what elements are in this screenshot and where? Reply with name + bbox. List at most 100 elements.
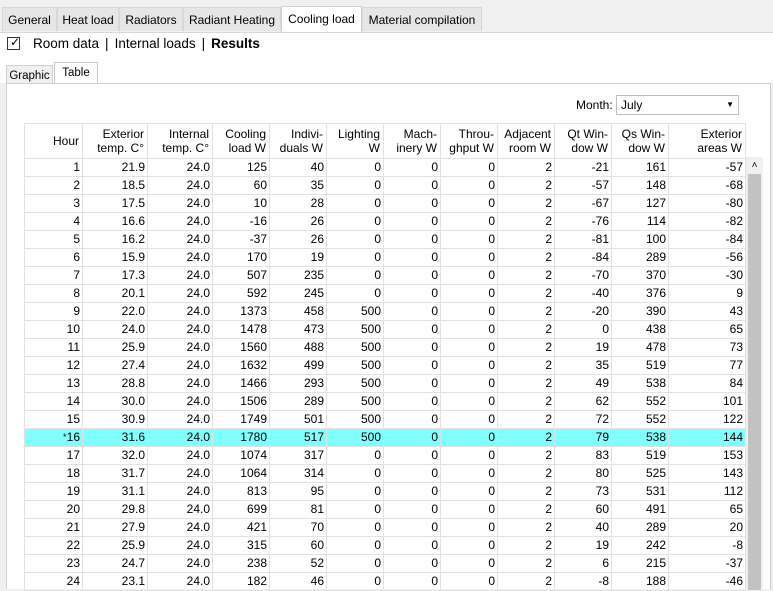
cell-value: 70 <box>310 520 324 534</box>
cell-value: 531 <box>645 484 666 498</box>
subnav-links: Room data | Internal loads | Results <box>33 36 260 51</box>
column-header-text: Internal <box>168 127 209 141</box>
link-internal-loads[interactable]: Internal loads <box>115 36 196 51</box>
table-row[interactable]: 15 30.9 24.0 1749 501 500 0 0 2 72 552 122 <box>24 410 746 429</box>
vertical-scrollbar[interactable]: ˄ <box>746 157 763 590</box>
chevron-up-icon[interactable]: ˄ <box>746 157 763 174</box>
table-row[interactable]: 6 15.9 24.0 170 19 0 0 0 2 -84 289 -56 <box>24 248 746 267</box>
table-row[interactable]: 2 18.5 24.0 60 35 0 0 0 2 -57 148 -68 <box>24 176 746 195</box>
hour-cell: 7 <box>24 266 83 285</box>
hour-cell: 18 <box>24 464 83 483</box>
table-row[interactable]: 7 17.3 24.0 507 235 0 0 0 2 -70 370 -30 <box>24 266 746 285</box>
table-row[interactable]: 23 24.7 24.0 238 52 0 0 0 2 6 215 -37 <box>24 554 746 573</box>
table-row[interactable]: 4 16.6 24.0 -16 26 0 0 0 2 -76 114 -82 <box>24 212 746 231</box>
cell-value: 317 <box>303 448 324 462</box>
column-header[interactable]: Cooling load W <box>212 123 270 159</box>
column-header-text: Throu- <box>458 127 494 141</box>
tab-table[interactable]: Table <box>54 62 98 85</box>
cell-value: 9 <box>73 304 80 318</box>
table-row[interactable]: 11 25.9 24.0 1560 488 500 0 0 2 19 478 73 <box>24 338 746 357</box>
link-results[interactable]: Results <box>211 36 260 51</box>
column-header[interactable]: Indivi-duals W <box>269 123 327 159</box>
cell-value: 0 <box>488 430 495 444</box>
table-cell: -70 <box>554 266 612 285</box>
table-cell: 122 <box>668 410 746 429</box>
table-cell: 83 <box>554 446 612 465</box>
table-row[interactable]: 9 22.0 24.0 1373 458 500 0 0 2 -20 390 43 <box>24 302 746 321</box>
table-cell: 500 <box>326 320 384 339</box>
table-row[interactable]: * 16 31.6 24.0 1780 517 500 0 0 2 79 538 144 <box>24 428 746 447</box>
cell-value: 289 <box>645 520 666 534</box>
column-header[interactable]: Throu-ghput W <box>440 123 498 159</box>
cell-value: 79 <box>595 430 609 444</box>
cell-value: 0 <box>431 448 438 462</box>
table-cell: 1749 <box>212 410 270 429</box>
table-cell: 0 <box>440 554 498 573</box>
table-row[interactable]: 22 25.9 24.0 315 60 0 0 0 2 19 242 -8 <box>24 536 746 555</box>
tab-cooling-load[interactable]: Cooling load <box>281 6 362 33</box>
table-row[interactable]: 17 32.0 24.0 1074 317 0 0 0 2 83 519 153 <box>24 446 746 465</box>
cell-value: 19 <box>595 538 609 552</box>
cell-value: 22.0 <box>121 304 145 318</box>
cell-value: -57 <box>591 178 609 192</box>
column-header[interactable]: Qs Win-dow W <box>611 123 669 159</box>
cell-value: 0 <box>488 304 495 318</box>
column-header[interactable]: Qt Win-dow W <box>554 123 612 159</box>
cell-value: 0 <box>431 196 438 210</box>
cell-value: 143 <box>722 466 743 480</box>
tab-graphic[interactable]: Graphic <box>6 65 53 85</box>
column-header[interactable]: Adjacent room W <box>497 123 555 159</box>
cell-value: 24.0 <box>186 196 210 210</box>
column-header[interactable]: Hour <box>24 123 83 159</box>
table-row[interactable]: 20 29.8 24.0 699 81 0 0 0 2 60 491 65 <box>24 500 746 519</box>
cell-value: 0 <box>374 556 381 570</box>
table-row[interactable]: 24 23.1 24.0 182 46 0 0 0 2 -8 188 -46 <box>24 572 746 591</box>
table-row[interactable]: 3 17.5 24.0 10 28 0 0 0 2 -67 127 -80 <box>24 194 746 213</box>
cell-value: -56 <box>725 250 743 264</box>
table-cell: -8 <box>668 536 746 555</box>
table-row[interactable]: 10 24.0 24.0 1478 473 500 0 0 2 0 438 65 <box>24 320 746 339</box>
cell-value: 80 <box>595 466 609 480</box>
results-checkbox[interactable]: ✓ <box>7 35 20 50</box>
cell-value: 24.0 <box>186 286 210 300</box>
table-row[interactable]: 14 30.0 24.0 1506 289 500 0 0 2 62 552 101 <box>24 392 746 411</box>
table-row[interactable]: 19 31.1 24.0 813 95 0 0 0 2 73 531 112 <box>24 482 746 501</box>
column-header[interactable]: Exterior areas W <box>668 123 746 159</box>
table-cell: 127 <box>611 194 669 213</box>
hour-cell: 14 <box>24 392 83 411</box>
table-row[interactable]: 8 20.1 24.0 592 245 0 0 0 2 -40 376 9 <box>24 284 746 303</box>
cell-value: 188 <box>645 574 666 588</box>
column-header[interactable]: Internal temp. C° <box>147 123 213 159</box>
tab-general[interactable]: General <box>2 7 57 31</box>
table-row[interactable]: 13 28.8 24.0 1466 293 500 0 0 2 49 538 84 <box>24 374 746 393</box>
cell-value: 16 <box>66 430 80 444</box>
table-row[interactable]: 1 21.9 24.0 125 40 0 0 0 2 -21 161 -57 <box>24 158 746 177</box>
table-cell: 0 <box>383 392 441 411</box>
cell-value: 517 <box>303 430 324 444</box>
tab-radiators[interactable]: Radiators <box>119 7 183 31</box>
table-cell: 60 <box>554 500 612 519</box>
column-header[interactable]: Exterior temp. C° <box>82 123 148 159</box>
cell-value: 0 <box>488 538 495 552</box>
cell-value: 127 <box>645 196 666 210</box>
table-row[interactable]: 5 16.2 24.0 -37 26 0 0 0 2 -81 100 -84 <box>24 230 746 249</box>
cell-value: 552 <box>645 394 666 408</box>
table-cell: 40 <box>554 518 612 537</box>
cell-value: 22 <box>66 538 80 552</box>
month-select[interactable]: July ▼ <box>616 95 739 115</box>
scrollbar-thumb[interactable] <box>748 174 761 590</box>
table-cell: 10 <box>212 194 270 213</box>
cell-value: 35 <box>595 358 609 372</box>
tab-heat-load[interactable]: Heat load <box>57 7 119 31</box>
table-row[interactable]: 12 27.4 24.0 1632 499 500 0 0 2 35 519 77 <box>24 356 746 375</box>
tab-radiant-heating[interactable]: Radiant Heating <box>183 7 281 31</box>
cell-value: 1560 <box>240 340 267 354</box>
table-cell: 1506 <box>212 392 270 411</box>
table-row[interactable]: 21 27.9 24.0 421 70 0 0 0 2 40 289 20 <box>24 518 746 537</box>
column-header[interactable]: Mach-inery W <box>383 123 441 159</box>
tab-material-compilation[interactable]: Material compilation <box>362 7 482 31</box>
table-row[interactable]: 18 31.7 24.0 1064 314 0 0 0 2 80 525 143 <box>24 464 746 483</box>
column-header[interactable]: Lighting W <box>326 123 384 159</box>
link-room-data[interactable]: Room data <box>33 36 99 51</box>
inner-tab-bar: Graphic Table <box>0 57 773 85</box>
